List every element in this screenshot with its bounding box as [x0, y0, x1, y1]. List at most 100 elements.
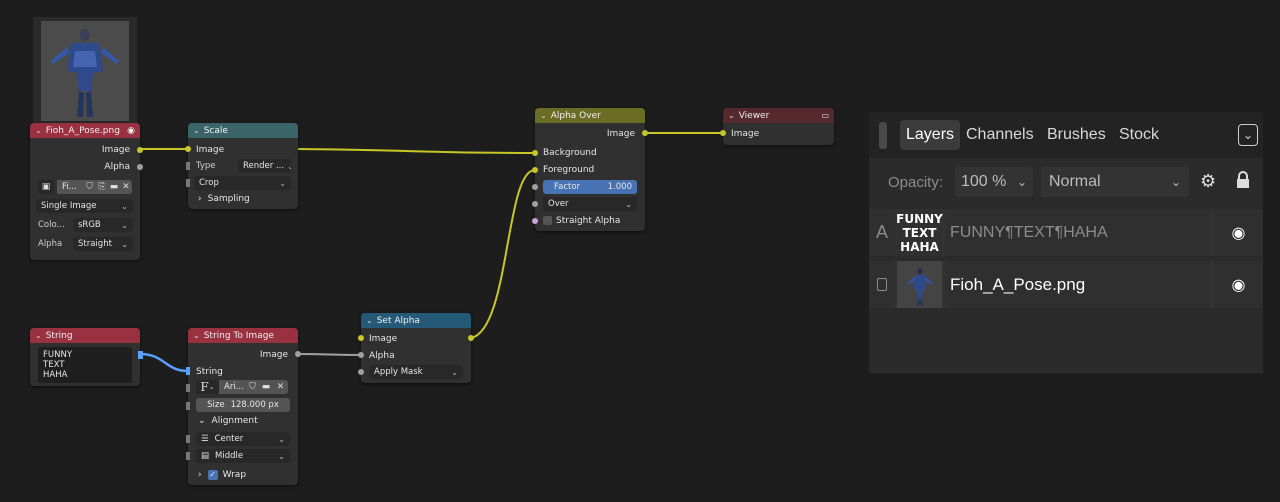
string-to-image-node-header[interactable]: ⌄ String To Image [188, 328, 298, 343]
eye-icon[interactable]: ◉ [127, 126, 135, 136]
collapse-chevron-icon[interactable]: ⌄ [540, 111, 547, 120]
set-alpha-mode-dropdown[interactable]: Apply Mask ⌄ [369, 365, 463, 379]
tab-layers[interactable]: Layers [900, 120, 961, 150]
font-socket-marker [186, 384, 190, 392]
viewer-image-input-socket[interactable] [720, 130, 726, 136]
dropdown-arrow-icon: ⌄ [278, 451, 285, 461]
string-node[interactable]: ⌄ String FUNNY TEXT HAHA [30, 328, 143, 386]
type-dropdown[interactable]: Render ... ⌄ [238, 159, 291, 173]
image-output-socket[interactable] [137, 147, 143, 153]
alpha-mode-dropdown[interactable]: Straight ⌄ [73, 237, 133, 251]
tab-stock[interactable]: Stock [1119, 120, 1159, 150]
alpha-over-output-socket[interactable] [642, 130, 648, 136]
mode-input-socket[interactable] [532, 201, 538, 207]
string-to-image-output-socket[interactable] [295, 351, 301, 357]
horizontal-align-dropdown[interactable]: ☰ Center ⌄ [196, 432, 290, 446]
set-alpha-alpha-input-socket[interactable] [358, 352, 364, 358]
image-file-field[interactable]: Fi... [57, 180, 83, 194]
image-browse-icon[interactable]: ▣ [38, 180, 54, 194]
font-browse-icon[interactable]: F ⌄ [196, 380, 219, 394]
alpha-output-socket[interactable] [137, 164, 143, 170]
sampling-panel-toggle[interactable]: › Sampling [198, 191, 250, 206]
collapse-chevron-icon[interactable]: ⌄ [35, 331, 42, 340]
panel-tab-bar: Layers Channels Brushes Stock ⌄ [869, 112, 1263, 158]
alignment-panel-toggle[interactable]: ⌄ Alignment [198, 413, 258, 428]
alpha-over-node[interactable]: ⌄ Alpha Over Image Background Foreground… [532, 108, 648, 231]
font-fake-user-shield-icon[interactable]: ⛉ [246, 380, 259, 394]
visibility-cell[interactable]: ◉ [1214, 261, 1263, 308]
foreground-input-socket[interactable] [532, 167, 538, 173]
open-folder-icon[interactable]: ▬ [108, 180, 120, 194]
panel-grip-handle[interactable] [879, 122, 887, 149]
new-image-icon[interactable]: ⎘ [96, 180, 108, 194]
collapse-chevron-icon[interactable]: ⌄ [193, 126, 200, 135]
string-to-image-output-label: Image [259, 349, 288, 360]
layer-row[interactable]: A FUNNY TEXT HAHA FUNNY¶TEXT¶HAHA ◉ [869, 209, 1263, 256]
blend-mode-dropdown[interactable]: Normal ⌄ [1041, 167, 1189, 197]
lock-icon[interactable] [1236, 170, 1250, 190]
scale-image-input-socket[interactable] [185, 146, 191, 152]
string-text-area[interactable]: FUNNY TEXT HAHA [38, 347, 132, 383]
layer-name-cell[interactable]: FUNNY¶TEXT¶HAHA [945, 209, 1211, 256]
viewer-node[interactable]: ⌄ Viewer ▭ Image [720, 108, 834, 145]
fake-user-shield-icon[interactable]: ⛉ [83, 180, 96, 194]
unlink-close-icon[interactable]: ✕ [120, 180, 132, 194]
collapse-chevron-icon[interactable]: ⌄ [728, 111, 735, 120]
crop-dropdown[interactable]: Crop ⌄ [194, 176, 291, 190]
blend-mode-dropdown[interactable]: Over ⌄ [543, 197, 637, 211]
link-string-to-stringtoimage [139, 352, 189, 373]
gear-icon[interactable]: ⚙ [1200, 171, 1216, 192]
tab-channels[interactable]: Channels [966, 120, 1034, 150]
eye-icon[interactable]: ◉ [1232, 223, 1246, 242]
string-output-socket[interactable] [138, 351, 143, 359]
string-input-socket[interactable] [186, 367, 190, 375]
expand-chevron-icon[interactable]: › [198, 470, 202, 480]
wrap-row[interactable]: › ✓ Wrap [198, 467, 246, 482]
eye-icon[interactable]: ◉ [1232, 275, 1246, 294]
link-stringimage-to-alpha [296, 353, 362, 356]
font-unlink-close-icon[interactable]: ✕ [273, 380, 288, 394]
factor-slider[interactable]: Factor 1.000 [543, 180, 637, 194]
tab-brushes[interactable]: Brushes [1047, 120, 1106, 150]
image-node-header[interactable]: ⌄ Fioh_A_Pose.png ◉ [30, 123, 140, 138]
set-alpha-node[interactable]: ⌄ Set Alpha Image Alpha Apply Mask ⌄ [358, 313, 474, 383]
source-dropdown[interactable]: Single Image ⌄ [36, 199, 133, 213]
string-to-image-node[interactable]: ⌄ String To Image Image String F ⌄ Ari...… [186, 328, 301, 485]
size-value: 128.000 px [230, 400, 279, 410]
straight-alpha-checkbox-row[interactable]: Straight Alpha [543, 213, 620, 228]
straight-alpha-input-socket[interactable] [532, 218, 538, 224]
scale-node[interactable]: ⌄ Scale Image Type Render ... ⌄ Crop ⌄ › S… [185, 123, 298, 209]
crop-value: Crop [199, 178, 219, 188]
visibility-cell[interactable]: ◉ [1214, 209, 1263, 256]
set-alpha-mode-socket[interactable] [358, 369, 364, 375]
layer-row[interactable]: Fioh_A_Pose.png ◉ [869, 261, 1263, 308]
scale-node-header[interactable]: ⌄ Scale [188, 123, 298, 138]
alpha-output-label: Alpha [104, 161, 130, 172]
panel-menu-chevron-icon[interactable]: ⌄ [1238, 124, 1258, 146]
size-field[interactable]: Size 128.000 px [196, 398, 290, 412]
string-line-1: FUNNY [43, 350, 73, 360]
set-alpha-output-socket[interactable] [468, 335, 474, 341]
collapse-chevron-icon[interactable]: ⌄ [193, 331, 200, 340]
wrap-checkbox[interactable]: ✓ [207, 469, 218, 480]
set-alpha-node-header[interactable]: ⌄ Set Alpha [361, 313, 471, 328]
image-node[interactable]: ⌄ Fioh_A_Pose.png ◉ Image Alpha ▣ Fi... … [30, 123, 143, 260]
collapse-chevron-icon[interactable]: ⌄ [35, 126, 42, 135]
string-node-header[interactable]: ⌄ String [30, 328, 140, 343]
monitor-icon[interactable]: ▭ [821, 111, 829, 120]
viewer-node-header[interactable]: ⌄ Viewer ▭ [723, 108, 834, 123]
color-space-dropdown[interactable]: sRGB ⌄ [73, 218, 133, 232]
font-open-folder-icon[interactable]: ▬ [259, 380, 273, 394]
layer-thumbnail: FUNNY TEXT HAHA [896, 209, 943, 256]
scale-image-input-label: Image [196, 144, 225, 155]
alpha-over-node-header[interactable]: ⌄ Alpha Over [535, 108, 645, 123]
layer-name-cell[interactable]: Fioh_A_Pose.png [945, 261, 1211, 308]
set-alpha-image-input-socket[interactable] [358, 335, 364, 341]
collapse-chevron-icon[interactable]: ⌄ [366, 316, 373, 325]
straight-alpha-checkbox[interactable] [543, 216, 552, 225]
background-input-socket[interactable] [532, 150, 538, 156]
vertical-align-dropdown[interactable]: ▤ Middle ⌄ [196, 449, 290, 463]
opacity-dropdown[interactable]: 100 % ⌄ [955, 167, 1033, 197]
factor-input-socket[interactable] [532, 184, 538, 190]
font-name-field[interactable]: Ari... [219, 380, 246, 394]
